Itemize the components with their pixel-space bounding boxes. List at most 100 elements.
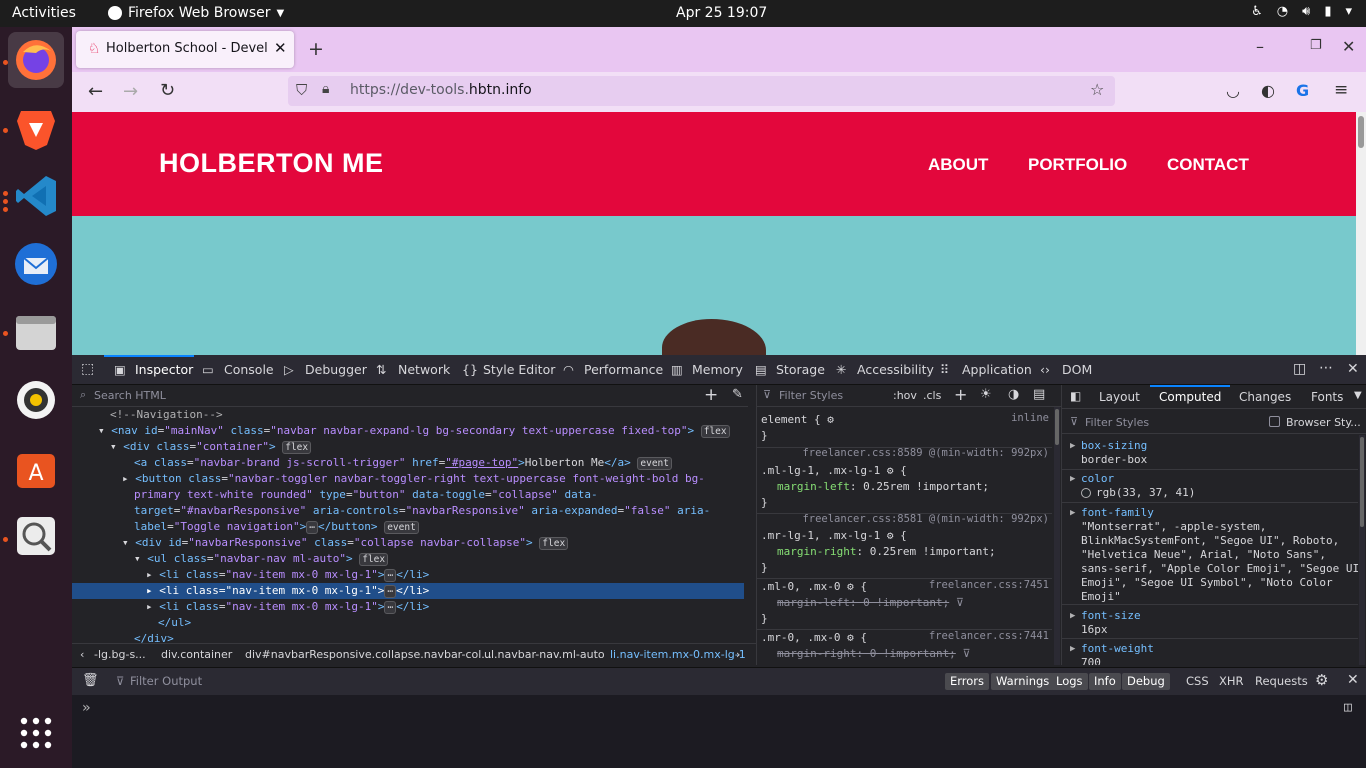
html-search-input[interactable]: Search HTML [94,389,166,402]
rules-filter-input[interactable]: Filter Styles [779,389,843,402]
breadcrumb-item[interactable]: div#navbarResponsive.collapse.navbar-col… [245,648,492,661]
nav-contact[interactable]: CONTACT [1167,155,1249,175]
breadcrumb-back-icon[interactable]: ‹ [80,648,84,661]
breadcrumb-item[interactable]: ul.navbar-nav.ml-auto [484,648,605,661]
filter-debug-button[interactable]: Debug [1122,673,1170,690]
rule-source[interactable]: freelancer.css:8589 @(min-width: 992px) [802,447,1049,459]
bookmark-star-icon[interactable]: ☆ [1090,80,1104,99]
dock-brave[interactable] [8,100,64,156]
tree-node[interactable]: ▸ <li class="nav-item mx-0 mx-lg-1"> ⋯ </l… [72,567,744,583]
color-swatch[interactable] [1081,488,1091,498]
close-tab-icon[interactable]: ✕ [274,39,287,57]
rule-declaration-overridden[interactable]: margin-left: 0 !important; ⊽ [761,595,1053,611]
scrollbar-thumb[interactable] [1055,409,1059,445]
maximize-icon[interactable]: ❐ [1310,38,1322,53]
tree-node[interactable]: </ul> [72,615,744,631]
rule-declaration-overridden[interactable]: margin-right: 0 !important; ⊽ [761,646,1053,662]
print-media-icon[interactable]: ▤ [1033,387,1045,402]
forward-icon[interactable]: → [123,81,138,102]
dock-screenshot[interactable] [8,508,64,564]
grammarly-icon[interactable]: G [1296,81,1309,100]
nav-portfolio[interactable]: PORTFOLIO [1028,155,1127,175]
add-node-icon[interactable]: + [704,385,718,405]
filter-logs-button[interactable]: Logs [1051,673,1088,690]
element-picker-icon[interactable]: ⬚ [81,361,94,377]
minimize-icon[interactable]: – [1256,37,1264,56]
tab-changes[interactable]: Changes [1239,390,1291,404]
tab-console[interactable]: Console [224,362,274,377]
app-menu[interactable]: Firefox Web Browser ▼ [108,5,284,21]
rule-source[interactable]: freelancer.css:7441 [929,630,1049,642]
dark-mode-icon[interactable]: ◑ [1008,387,1019,402]
tab-storage[interactable]: Storage [776,362,825,377]
tree-node[interactable]: ▾ <nav id="mainNav" class="navbar navbar… [72,423,744,439]
tree-node[interactable]: ▾ <div class="container"> flex [72,439,744,455]
light-mode-icon[interactable]: ☀ [980,387,992,402]
tab-memory[interactable]: Memory [692,362,743,377]
element-rule-selector[interactable]: element { ⚙ [761,412,1053,428]
wifi-icon[interactable]: ◔ [1277,4,1288,19]
tree-node[interactable]: ▾ <div id="navbarResponsive" class="coll… [72,535,744,551]
add-rule-icon[interactable]: + [954,385,967,404]
editor-mode-icon[interactable]: ◫ [1344,700,1352,715]
url-bar[interactable]: ⛉ 🔒︎ https://dev-tools.hbtn.info ☆ [288,76,1115,106]
chevron-down-icon[interactable]: ▼ [1354,390,1362,401]
tab-computed[interactable]: Computed [1159,390,1221,404]
url-text[interactable]: https://dev-tools.hbtn.info [350,82,532,98]
filter-info-button[interactable]: Info [1089,673,1121,690]
breadcrumb-item[interactable]: -lg.bg-s... [94,648,146,661]
tree-node[interactable]: ▸ <li class="nav-item mx-0 mx-lg-1"> ⋯ </l… [72,599,744,615]
pocket-icon[interactable]: ◡ [1226,81,1240,100]
computed-filter-input[interactable]: Filter Styles [1085,416,1149,429]
tab-debugger[interactable]: Debugger [305,362,367,377]
rules-scrollbar[interactable] [1054,407,1060,665]
system-tray[interactable]: ♿︎ ◔ 🔊︎ ▮ ▾ [1251,4,1352,19]
breadcrumb-item[interactable]: div.container [161,648,232,661]
filter-warnings-button[interactable]: Warnings [991,673,1055,690]
browser-tab[interactable]: ♘ Holberton School - Devel ✕ [76,31,294,68]
rule-source[interactable]: freelancer.css:8581 @(min-width: 992px) [802,513,1049,525]
tree-node[interactable]: ▾ <ul class="navbar-nav ml-auto"> flex [72,551,744,567]
expand-icon[interactable]: ▶ [1070,611,1075,621]
expand-icon[interactable]: ▶ [1070,644,1075,654]
filter-css-button[interactable]: CSS [1186,674,1209,688]
dock-vscode[interactable] [8,168,64,224]
show-apps-button[interactable] [8,705,64,761]
site-brand[interactable]: HOLBERTON ME [159,148,384,179]
tree-node[interactable]: ▸ <button class="navbar-toggler navbar-t… [72,471,744,487]
hov-toggle[interactable]: :hov [893,389,917,402]
close-console-icon[interactable]: ✕ [1347,672,1359,688]
eyedropper-icon[interactable]: ✎ [732,387,743,402]
dock-files[interactable] [8,304,64,360]
new-tab-icon[interactable]: + [308,38,324,60]
filter-requests-button[interactable]: Requests [1255,674,1308,688]
browser-styles-checkbox[interactable] [1269,416,1280,427]
page-scrollbar[interactable] [1356,112,1366,355]
clock[interactable]: Apr 25 19:07 [676,5,767,21]
console-input-area[interactable]: » ◫ [72,695,1366,768]
filter-errors-button[interactable]: Errors [945,673,990,690]
volume-icon[interactable]: 🔊︎ [1302,4,1310,19]
expand-icon[interactable]: ▶ [1070,474,1075,484]
tab-style-editor[interactable]: Style Editor [483,362,555,377]
rule-source[interactable]: freelancer.css:7451 [929,579,1049,591]
dark-reader-icon[interactable]: ◐ [1261,81,1275,100]
more-options-icon[interactable]: ⋯ [1319,360,1333,376]
tab-application[interactable]: Application [962,362,1032,377]
tree-node[interactable]: <!--Navigation--> [72,407,744,423]
breadcrumb-forward-icon[interactable]: › [736,648,740,661]
rule-selector[interactable]: .ml-lg-1, .mx-lg-1 ⚙ { [761,463,1053,479]
rule-declaration[interactable]: margin-right: 0.25rem !important; [761,544,1053,560]
shield-icon[interactable]: ⛉ [296,81,307,99]
tree-node[interactable]: </div> [72,631,744,643]
close-window-icon[interactable]: ✕ [1342,37,1355,56]
dock-thunderbird[interactable] [8,236,64,292]
tree-node[interactable]: <a class="navbar-brand js-scroll-trigger… [72,455,744,471]
dock-software[interactable]: A [8,440,64,496]
battery-icon[interactable]: ▮ [1324,4,1331,19]
scrollbar-thumb[interactable] [1360,437,1364,527]
toggle-pane-icon[interactable]: ◧ [1070,389,1081,403]
console-settings-icon[interactable]: ⚙ [1315,671,1328,689]
tab-accessibility[interactable]: Accessibility [857,362,934,377]
rule-selector[interactable]: .mr-lg-1, .mx-lg-1 ⚙ { [761,528,1053,544]
